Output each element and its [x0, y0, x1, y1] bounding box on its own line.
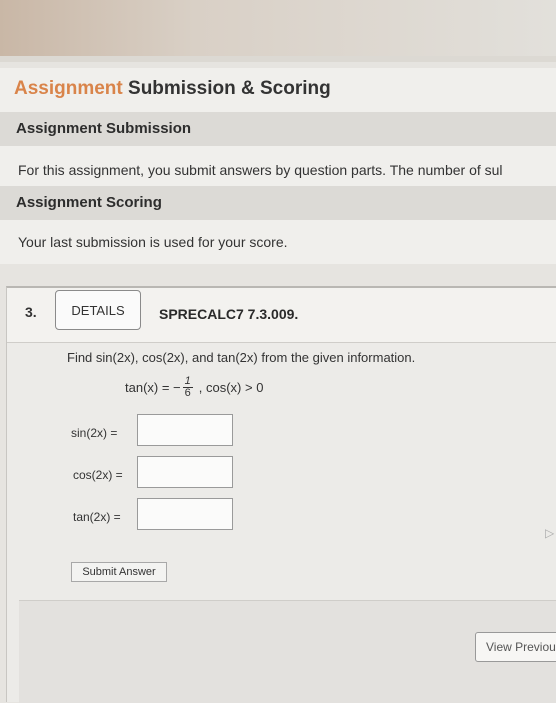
view-previous-button[interactable]: View Previou	[475, 632, 556, 662]
answer-input-tan[interactable]	[137, 498, 233, 530]
given-fraction: 1 6	[182, 376, 193, 399]
cursor-arrow-icon: ▷	[545, 526, 555, 540]
fraction-denominator: 6	[184, 387, 191, 399]
question-prompt: Find sin(2x), cos(2x), and tan(2x) from …	[67, 350, 416, 365]
question-card: 3. DETAILS SPRECALC7 7.3.009. Find sin(2…	[6, 286, 556, 703]
top-band-divider	[0, 56, 556, 62]
given-information: tan(x) = − 1 6 , cos(x) > 0	[125, 376, 263, 399]
answer-input-sin[interactable]	[137, 414, 233, 446]
submission-heading: Assignment Submission	[16, 120, 192, 137]
scoring-heading: Assignment Scoring	[16, 194, 162, 211]
scoring-text: Your last submission is used for your sc…	[18, 234, 288, 250]
answer-label-cos: cos(2x) =	[73, 468, 123, 482]
submit-answer-button[interactable]: Submit Answer	[71, 562, 167, 582]
answer-input-cos[interactable]	[137, 456, 233, 488]
details-button[interactable]: DETAILS	[55, 290, 141, 330]
question-code: SPRECALC7 7.3.009.	[159, 306, 299, 322]
given-left: tan(x) = −	[125, 380, 181, 395]
answer-label-tan: tan(2x) =	[73, 510, 121, 524]
top-band	[0, 0, 556, 62]
answer-label-sin: sin(2x) =	[71, 426, 118, 440]
section-title-rest: Submission & Scoring	[122, 78, 331, 99]
given-right: , cos(x) > 0	[198, 380, 264, 395]
question-number: 3.	[25, 304, 37, 320]
section-title-accent: Assignment	[14, 78, 123, 99]
submission-text: For this assignment, you submit answers …	[18, 162, 503, 178]
section-title: Assignment Submission & Scoring	[14, 78, 331, 100]
